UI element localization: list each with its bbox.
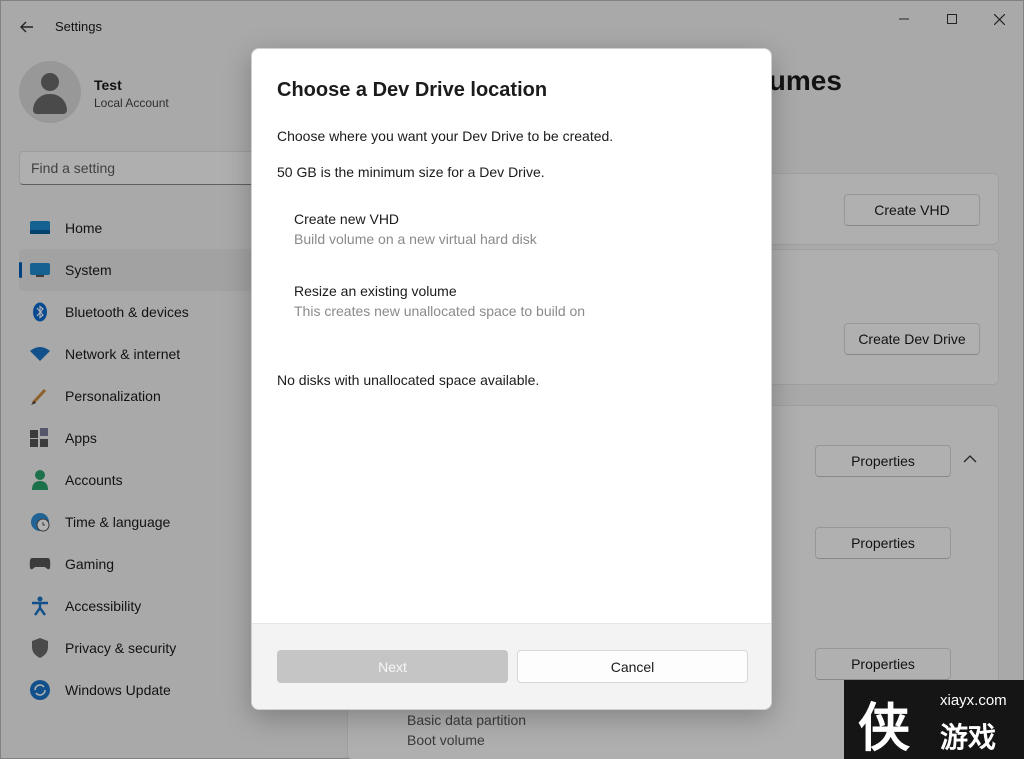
watermark-logo: 侠 <box>858 699 911 759</box>
dialog-description: Choose where you want your Dev Drive to … <box>277 128 614 144</box>
dialog-footer: Next Cancel <box>252 623 771 709</box>
option-title: Create new VHD <box>294 211 400 227</box>
option-description: Build volume on a new virtual hard disk <box>294 231 537 247</box>
dev-drive-location-dialog: Choose a Dev Drive location Choose where… <box>251 48 772 710</box>
cancel-button[interactable]: Cancel <box>517 650 748 683</box>
option-create-new-vhd[interactable]: Create new VHD Build volume on a new vir… <box>278 203 738 259</box>
next-button[interactable]: Next <box>277 650 508 683</box>
status-message: No disks with unallocated space availabl… <box>277 372 540 388</box>
min-size-note: 50 GB is the minimum size for a Dev Driv… <box>277 164 545 180</box>
watermark-text: 游戏 <box>940 721 997 754</box>
option-title: Resize an existing volume <box>294 283 457 299</box>
option-resize-volume[interactable]: Resize an existing volume This creates n… <box>278 275 738 331</box>
option-description: This creates new unallocated space to bu… <box>294 303 586 319</box>
watermark-site: xiayx.com <box>940 692 1007 709</box>
watermark: 侠 xiayx.com 游戏 <box>844 680 1024 759</box>
dialog-title: Choose a Dev Drive location <box>277 79 548 101</box>
